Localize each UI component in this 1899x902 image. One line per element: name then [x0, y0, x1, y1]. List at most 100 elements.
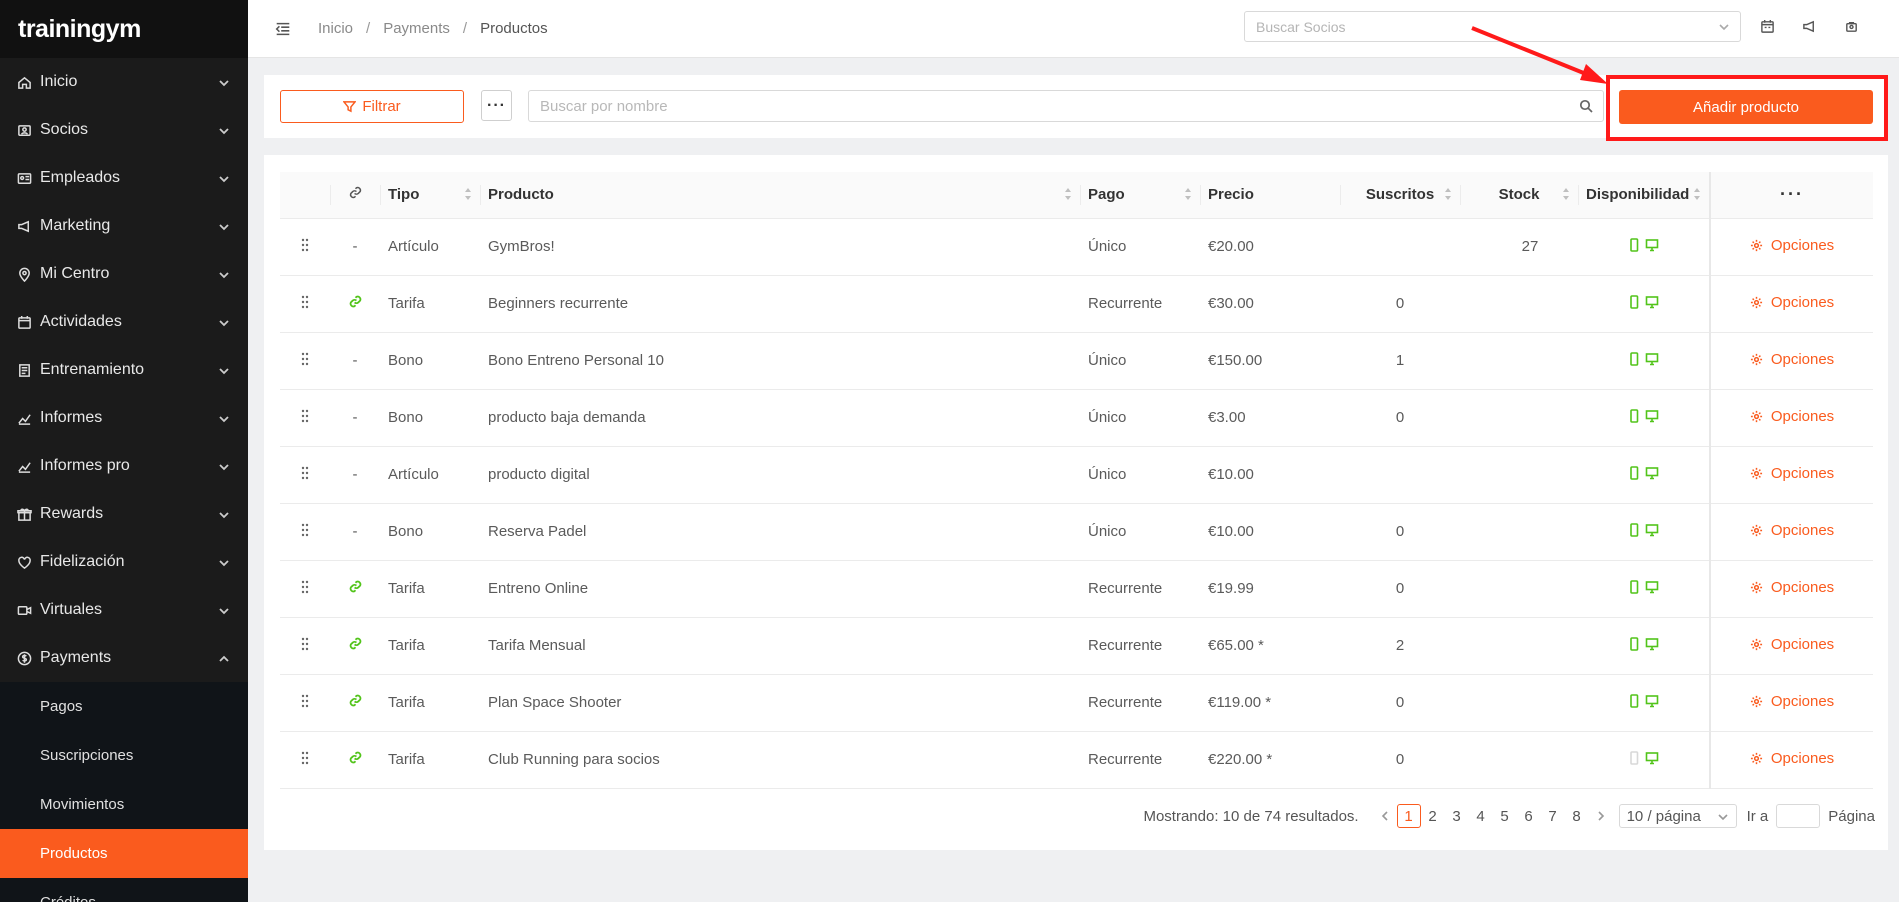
collapse-menu-icon[interactable] — [272, 18, 294, 40]
link-cell — [330, 275, 380, 333]
page-2-button[interactable]: 2 — [1421, 804, 1445, 828]
drag-handle-icon[interactable] — [280, 674, 330, 732]
options-button[interactable]: Opciones — [1750, 294, 1834, 311]
page-6-button[interactable]: 6 — [1517, 804, 1541, 828]
table-row[interactable]: Tarifa Plan Space Shooter Recurrente €119.0… — [280, 674, 1873, 732]
sidebar-item-informes-pro[interactable]: Informes pro — [0, 442, 248, 490]
sort-icon[interactable] — [1064, 187, 1072, 201]
options-button[interactable]: Opciones — [1750, 693, 1834, 710]
stock-header[interactable]: Stock — [1460, 172, 1578, 219]
calendar-icon — [16, 314, 32, 330]
tipo-header[interactable]: Tipo — [380, 172, 480, 219]
sidebar-subitem-movimientos[interactable]: Movimientos — [0, 780, 248, 829]
more-actions-button[interactable]: ··· — [481, 90, 512, 121]
chevron-down-icon — [218, 460, 230, 472]
options-button[interactable]: Opciones — [1750, 237, 1834, 254]
desktop-icon — [1645, 352, 1658, 365]
sidebar-subitem-suscripciones[interactable]: Suscripciones — [0, 731, 248, 780]
sidebar-subitem-productos[interactable]: Productos — [0, 829, 248, 878]
sidebar-subitem-pagos[interactable]: Pagos — [0, 682, 248, 731]
member-search-placeholder: Buscar Socios — [1256, 18, 1346, 35]
brand-logo[interactable]: trainingym — [0, 0, 248, 58]
drag-handle-icon[interactable] — [280, 332, 330, 390]
sort-icon[interactable] — [1184, 187, 1192, 201]
column-settings-button[interactable]: ··· — [1709, 172, 1873, 219]
prev-page-icon[interactable] — [1373, 804, 1397, 828]
sort-icon[interactable] — [1693, 187, 1701, 201]
options-button[interactable]: Opciones — [1750, 750, 1834, 767]
table-row[interactable]: - Artículo producto digital Único €10.00 Opc… — [280, 446, 1873, 504]
filter-button[interactable]: Filtrar — [280, 90, 464, 123]
sidebar-item-virtuales[interactable]: Virtuales — [0, 586, 248, 634]
producto-cell: Bono Entreno Personal 10 — [480, 332, 1080, 390]
drag-handle-icon[interactable] — [280, 503, 330, 561]
breadcrumb-payments[interactable]: Payments — [383, 20, 450, 37]
table-row[interactable]: Tarifa Beginners recurrente Recurrente €30.… — [280, 275, 1873, 333]
suscritos-header[interactable]: Suscritos — [1340, 172, 1460, 219]
drag-handle-icon[interactable] — [280, 389, 330, 447]
disponibilidad-header[interactable]: Disponibilidad — [1578, 172, 1710, 219]
drag-handle-icon[interactable] — [280, 731, 330, 789]
producto-header[interactable]: Producto — [480, 172, 1080, 219]
sidebar-item-fidelización[interactable]: Fidelización — [0, 538, 248, 586]
drag-handle-icon[interactable] — [280, 275, 330, 333]
page-4-button[interactable]: 4 — [1469, 804, 1493, 828]
sidebar-subitem-créditos[interactable]: Créditos — [0, 878, 248, 902]
sort-icon[interactable] — [1562, 187, 1570, 201]
sidebar-item-label: Informes — [40, 409, 103, 426]
next-page-icon[interactable] — [1589, 804, 1613, 828]
sidebar-item-empleados[interactable]: Empleados — [0, 154, 248, 202]
user-profile-icon[interactable] — [1844, 19, 1860, 35]
name-search-input[interactable]: Buscar por nombre — [528, 90, 1604, 122]
table-row[interactable]: Tarifa Tarifa Mensual Recurrente €65.00 * 2 … — [280, 617, 1873, 675]
search-icon[interactable] — [1579, 99, 1593, 113]
sidebar-item-payments[interactable]: Payments — [0, 634, 248, 682]
table-row[interactable]: - Bono producto baja demanda Único €3.00 0 Op… — [280, 389, 1873, 447]
page-3-button[interactable]: 3 — [1445, 804, 1469, 828]
options-button[interactable]: Opciones — [1750, 522, 1834, 539]
options-button[interactable]: Opciones — [1750, 636, 1834, 653]
page-5-button[interactable]: 5 — [1493, 804, 1517, 828]
add-product-button[interactable]: Añadir producto — [1619, 90, 1873, 124]
page-1-button[interactable]: 1 — [1396, 804, 1421, 828]
link-icon — [349, 694, 361, 707]
sidebar-item-inicio[interactable]: Inicio — [0, 58, 248, 106]
table-row[interactable]: - Artículo GymBros! Único €20.00 27 Opciones — [280, 218, 1873, 276]
sort-icon[interactable] — [464, 187, 472, 201]
disponibilidad-cell — [1578, 218, 1710, 276]
sidebar-item-actividades[interactable]: Actividades — [0, 298, 248, 346]
sidebar-item-mi-centro[interactable]: Mi Centro — [0, 250, 248, 298]
sidebar-item-informes[interactable]: Informes — [0, 394, 248, 442]
sort-icon[interactable] — [1444, 187, 1452, 201]
sidebar-item-marketing[interactable]: Marketing — [0, 202, 248, 250]
pago-header[interactable]: Pago — [1080, 172, 1200, 219]
page-8-button[interactable]: 8 — [1565, 804, 1589, 828]
drag-handle-icon[interactable] — [280, 218, 330, 276]
precio-cell: €20.00 — [1200, 218, 1340, 276]
calendar-icon[interactable] — [1760, 19, 1776, 35]
goto-page-input[interactable] — [1776, 804, 1821, 828]
sidebar-item-socios[interactable]: Socios — [0, 106, 248, 154]
breadcrumb: Inicio / Payments / Productos — [318, 20, 548, 37]
options-button[interactable]: Opciones — [1750, 408, 1834, 425]
drag-handle-icon[interactable] — [280, 446, 330, 504]
pago-cell: Único — [1080, 332, 1200, 390]
breadcrumb-inicio[interactable]: Inicio — [318, 20, 353, 37]
options-label: Opciones — [1770, 579, 1835, 596]
sidebar-item-label: Informes pro — [40, 457, 130, 474]
suscritos-cell: 0 — [1340, 503, 1460, 561]
page-size-select[interactable]: 10 / página — [1618, 804, 1737, 828]
page-7-button[interactable]: 7 — [1541, 804, 1565, 828]
table-row[interactable]: Tarifa Club Running para socios Recurrente… — [280, 731, 1873, 789]
table-row[interactable]: Tarifa Entreno Online Recurrente €19.99 0 Op… — [280, 560, 1873, 618]
sidebar-item-entrenamiento[interactable]: Entrenamiento — [0, 346, 248, 394]
options-button[interactable]: Opciones — [1750, 465, 1834, 482]
drag-handle-icon[interactable] — [280, 617, 330, 675]
megaphone-icon[interactable] — [1802, 19, 1818, 35]
options-button[interactable]: Opciones — [1750, 579, 1834, 596]
drag-handle-icon[interactable] — [280, 560, 330, 618]
table-row[interactable]: - Bono Bono Entreno Personal 10 Único €150.0… — [280, 332, 1873, 390]
table-row[interactable]: - Bono Reserva Padel Único €10.00 0 Opciones — [280, 503, 1873, 561]
options-button[interactable]: Opciones — [1750, 351, 1834, 368]
sidebar-item-rewards[interactable]: Rewards — [0, 490, 248, 538]
